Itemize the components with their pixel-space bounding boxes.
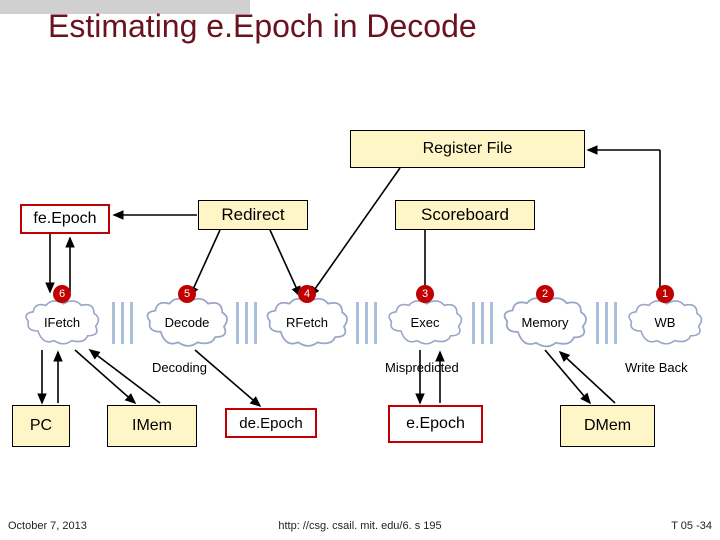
pipe-5 [592,302,622,344]
stage-label: Exec [411,316,440,330]
footer-url: http: //csg. csail. mit. edu/6. s 195 [278,520,441,532]
pipe-4 [468,302,498,344]
stage-ifetch: 6 IFetch [22,295,102,351]
scoreboard-box: Scoreboard [395,200,535,230]
stage-badge: 1 [656,285,674,303]
stage-label: IFetch [44,316,80,330]
annotation-mispredicted: Mispredicted [385,360,459,375]
imem-box: IMem [107,405,197,447]
dmem-label: DMem [584,417,631,435]
pipe-3 [352,302,382,344]
e-epoch-label: e.Epoch [406,415,465,433]
stage-decode: 5 Decode [143,295,231,351]
stage-badge: 4 [298,285,316,303]
arrows-layer [0,0,720,540]
stage-badge: 3 [416,285,434,303]
e-epoch-box: e.Epoch [388,405,483,443]
stage-badge: 6 [53,285,71,303]
fe-epoch-box: fe.Epoch [20,204,110,234]
de-epoch-label: de.Epoch [239,415,302,432]
redirect-box: Redirect [198,200,308,230]
footer-date: October 7, 2013 [8,520,87,532]
footer-page: T 05 -34 [671,520,712,532]
stage-rfetch: 4 RFetch [263,295,351,351]
fe-epoch-label: fe.Epoch [33,210,96,228]
stage-exec: 3 Exec [385,295,465,351]
stage-label: RFetch [286,316,328,330]
scoreboard-label: Scoreboard [421,205,509,225]
redirect-label: Redirect [221,205,284,225]
stage-memory: 2 Memory [500,295,590,351]
pc-label: PC [30,417,52,435]
stage-badge: 5 [178,285,196,303]
annotation-write-back: Write Back [625,360,688,375]
stage-label: Memory [522,316,569,330]
register-file-label: Register File [423,140,513,158]
dmem-box: DMem [560,405,655,447]
stage-label: Decode [165,316,210,330]
de-epoch-box: de.Epoch [225,408,317,438]
pipe-1 [108,302,138,344]
pipe-2 [232,302,262,344]
pc-box: PC [12,405,70,447]
stage-badge: 2 [536,285,554,303]
imem-label: IMem [132,417,172,435]
stage-wb: 1 WB [625,295,705,351]
annotation-decoding: Decoding [152,360,207,375]
slide-title: Estimating e.Epoch in Decode [48,10,477,44]
register-file-box: Register File [350,130,585,168]
stage-label: WB [655,316,676,330]
